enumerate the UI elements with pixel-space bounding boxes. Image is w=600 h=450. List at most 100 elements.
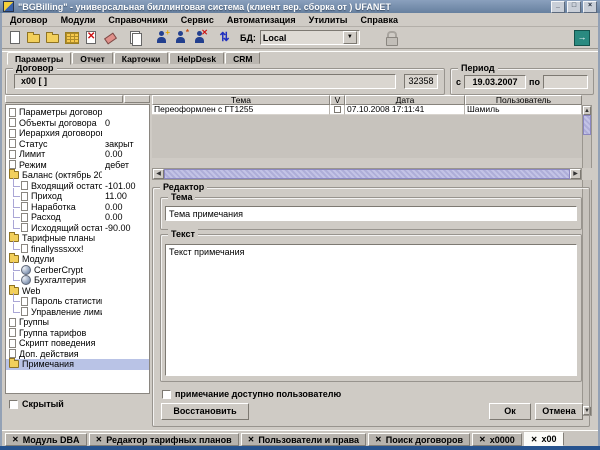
taskbar-tab-x00[interactable]: ✕x00	[524, 432, 564, 446]
ok-button[interactable]: Ок	[489, 403, 531, 420]
period-from-field[interactable]: 19.03.2007	[464, 75, 526, 89]
menu-moduli[interactable]: Модули	[61, 15, 96, 25]
close-icon[interactable]: ✕	[531, 435, 538, 444]
taskbar-tab-tariff-editor[interactable]: ✕Редактор тарифных планов	[89, 433, 239, 446]
tree-item[interactable]: Пароль статистики	[6, 296, 149, 307]
toolbar: ✕ + * ✕ ⇅ БД: Local ▼ →	[2, 27, 598, 48]
tree-item[interactable]: Иерархия договоров	[6, 128, 149, 139]
cancel-button[interactable]: Отмена	[535, 403, 583, 420]
menu-avtomatizaciya[interactable]: Автоматизация	[227, 15, 296, 25]
tree-item[interactable]: Тарифные планы	[6, 233, 149, 244]
taskbar-tab-contract-search[interactable]: ✕Поиск договоров	[368, 433, 470, 446]
column-header-user[interactable]: Пользователь	[465, 95, 582, 105]
column-header-theme[interactable]: Тема	[152, 95, 330, 105]
menu-spravka[interactable]: Справка	[360, 15, 397, 25]
table-row[interactable]: Переоформлен с ГТ1255 07.10.2008 17:11:4…	[152, 105, 592, 115]
taskbar-tab-module-dba[interactable]: ✕Модуль DBA	[5, 433, 87, 446]
menu-dogovor[interactable]: Договор	[10, 15, 48, 25]
tab-otchet[interactable]: Отчет	[72, 52, 113, 64]
hidden-checkbox[interactable]	[9, 400, 18, 409]
text-area[interactable]: Текст примечания	[165, 244, 577, 376]
open-folder-icon[interactable]	[45, 30, 60, 45]
tree-item[interactable]: Модули	[6, 254, 149, 265]
menu-servis[interactable]: Сервис	[181, 15, 214, 25]
db-select[interactable]: Local ▼	[260, 30, 360, 45]
cell-checkbox[interactable]	[330, 105, 345, 115]
tree-header-value-column[interactable]	[124, 95, 150, 103]
menu-utility[interactable]: Утилиты	[309, 15, 348, 25]
eraser-icon[interactable]	[102, 30, 117, 45]
document-icon	[9, 118, 16, 127]
tree-item[interactable]: CerberCrypt	[6, 265, 149, 276]
horizontal-scroll-thumb[interactable]	[164, 169, 570, 179]
tree-header-name-column[interactable]	[5, 95, 123, 103]
tree-item[interactable]: Группы	[6, 317, 149, 328]
close-icon[interactable]: ✕	[96, 435, 103, 444]
chevron-down-icon[interactable]: ▼	[343, 31, 357, 44]
vertical-scroll-thumb[interactable]	[583, 115, 591, 135]
delete-user-icon[interactable]: ✕	[192, 30, 207, 45]
tree-item[interactable]: Расход0.00	[6, 212, 149, 223]
tab-crm[interactable]: CRM	[225, 52, 260, 64]
menu-spravochniki[interactable]: Справочники	[108, 15, 167, 25]
tree-item[interactable]: Лимит0.00	[6, 149, 149, 160]
minimize-button[interactable]: _	[551, 1, 565, 13]
add-user-icon[interactable]: +	[154, 30, 169, 45]
close-button[interactable]: ×	[583, 1, 597, 13]
refresh-icon[interactable]: ⇅	[217, 30, 232, 45]
period-to-field[interactable]	[543, 75, 588, 89]
note-visible-checkbox[interactable]	[162, 390, 171, 399]
tree-item[interactable]: Режимдебет	[6, 160, 149, 171]
scroll-left-icon[interactable]: ◀	[153, 169, 164, 179]
scroll-right-icon[interactable]: ▶	[570, 169, 581, 179]
restore-button[interactable]: Восстановить	[161, 403, 249, 420]
maximize-button[interactable]: □	[567, 1, 581, 13]
column-header-v[interactable]: V	[330, 95, 345, 105]
close-icon[interactable]: ✕	[479, 435, 486, 444]
tree-item[interactable]: Бухгалтерия	[6, 275, 149, 286]
close-icon[interactable]: ✕	[248, 435, 255, 444]
taskbar-tab-x0000[interactable]: ✕x0000	[472, 433, 522, 446]
new-document-icon[interactable]	[7, 30, 22, 45]
scroll-up-icon[interactable]: ▲	[583, 106, 591, 115]
tree-item[interactable]: Web	[6, 286, 149, 297]
tree-item[interactable]: Баланс (октябрь 2008)	[6, 170, 149, 181]
tree-item-selected[interactable]: Примечания	[6, 359, 149, 370]
column-header-date[interactable]: Дата	[345, 95, 465, 105]
tree-item[interactable]: Исходящий остаток-90.00	[6, 223, 149, 234]
tree-item[interactable]: Управление лимитом	[6, 307, 149, 318]
close-icon[interactable]: ✕	[12, 435, 19, 444]
tab-kartochki[interactable]: Карточки	[114, 52, 169, 64]
theme-group: Тема	[160, 197, 582, 230]
tree-item[interactable]: Группа тарифов	[6, 328, 149, 339]
taskbar-tab-users-rights[interactable]: ✕Пользователи и права	[241, 433, 366, 446]
close-icon[interactable]: ✕	[375, 435, 382, 444]
horizontal-scrollbar[interactable]: ◀ ▶	[152, 168, 582, 180]
tree-item[interactable]: Входящий остаток-101.00	[6, 181, 149, 192]
contract-tree-panel: Параметры договора Объекты договора0 Иер…	[5, 95, 150, 428]
editor-group-label: Редактор	[160, 182, 207, 192]
tree-item[interactable]: Параметры договора	[6, 107, 149, 118]
find-user-icon[interactable]: *	[173, 30, 188, 45]
exit-icon[interactable]: →	[574, 30, 590, 46]
title-bar: "BGBilling" - универсальная биллинговая …	[0, 0, 600, 13]
tree-item[interactable]: Объекты договора0	[6, 118, 149, 129]
tree-item[interactable]: Скрипт поведения	[6, 338, 149, 349]
open-contract-folder-icon[interactable]	[26, 30, 41, 45]
tab-parametry[interactable]: Параметры	[7, 52, 71, 65]
tree-item[interactable]: Статусзакрыт	[6, 139, 149, 150]
delete-document-icon[interactable]: ✕	[83, 30, 98, 45]
table-icon[interactable]	[64, 30, 79, 45]
theme-input[interactable]	[165, 206, 577, 221]
tree-item[interactable]: Приход11.00	[6, 191, 149, 202]
tab-helpdesk[interactable]: HelpDesk	[169, 52, 224, 64]
tree-item[interactable]: Наработка0.00	[6, 202, 149, 213]
scrollbar-corner	[582, 168, 592, 180]
text-group-label: Текст	[168, 229, 198, 239]
row-checkbox[interactable]	[334, 106, 341, 113]
contract-field[interactable]: x00 [ ]	[14, 74, 396, 89]
cell-user: Шамиль	[465, 105, 582, 115]
tree-item[interactable]: finallysssxxx!	[6, 244, 149, 255]
tree-item[interactable]: Доп. действия	[6, 349, 149, 360]
copy-document-icon[interactable]	[127, 30, 142, 45]
